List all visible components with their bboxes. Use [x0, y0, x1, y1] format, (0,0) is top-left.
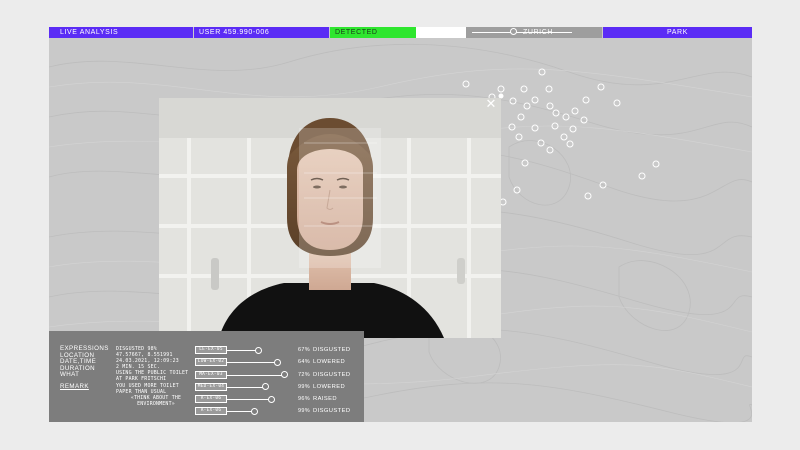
person-portrait-image	[159, 98, 501, 338]
close-icon[interactable]: ✕	[484, 98, 498, 112]
expression-slider-track	[227, 350, 258, 351]
field-labels: EXPRESSIONS LOCATION DATE,TIME DURATION …	[60, 345, 109, 391]
expression-row: LOW-EX-02 64% LOWERED	[195, 357, 364, 369]
field-values: DISGUSTED 98% 47.57667, 8.551991 24.03.2…	[116, 346, 196, 407]
expression-code-tag: MA-EX-03	[195, 370, 227, 379]
top-status-bar: LIVE ANALYSIS USER 459.990-006 DETECTED …	[49, 27, 752, 38]
expression-percent: 64%	[298, 359, 310, 366]
expression-slider-handle[interactable]	[261, 383, 269, 391]
expression-slider-handle[interactable]	[267, 395, 275, 403]
expression-row: MED-EX-04 99% LOWERED	[195, 382, 364, 394]
expression-slider-handle[interactable]	[274, 358, 282, 366]
expression-code-tag: R-EX-06	[195, 407, 227, 416]
location-slider[interactable]: ZURICH	[466, 27, 602, 38]
expression-slider-handle[interactable]	[250, 407, 258, 415]
expression-slider-track	[227, 399, 271, 401]
expression-label: DISGUSTED	[313, 408, 351, 415]
expression-label: LOWERED	[313, 383, 346, 390]
blank-status-segment	[416, 27, 466, 38]
expression-row: R-EX-06 96% RAISED	[195, 394, 364, 406]
expression-list: LE-EX-05 67% DISGUSTED LOW-EX-02 64% LOW…	[195, 345, 364, 419]
expression-code-tag: MED-EX-04	[195, 382, 227, 391]
expression-code-tag: LOW-EX-02	[195, 358, 227, 367]
expression-code-tag: LE-EX-05	[195, 346, 227, 354]
info-line: ENVIRONMENT»	[137, 400, 175, 407]
expression-slider-track	[227, 362, 278, 364]
detected-status-badge: DETECTED	[330, 27, 416, 38]
expression-label: DISGUSTED	[313, 371, 351, 378]
expression-percent: 99%	[298, 408, 310, 415]
expression-percent: 72%	[298, 371, 310, 378]
remark-link[interactable]: REMARK	[60, 383, 109, 391]
expression-slider-track	[227, 374, 285, 376]
expression-label: RAISED	[313, 396, 337, 403]
camera-feed	[159, 98, 501, 338]
expression-row: LE-EX-05 67% DISGUSTED	[195, 345, 364, 357]
live-analysis-tab[interactable]: LIVE ANALYSIS	[49, 27, 193, 38]
expression-percent: 67%	[298, 347, 310, 353]
expression-slider-track	[227, 411, 254, 413]
expression-label: DISGUSTED	[313, 347, 351, 353]
place-tab[interactable]: PARK	[603, 27, 752, 38]
analysis-info-panel: EXPRESSIONS LOCATION DATE,TIME DURATION …	[49, 331, 364, 422]
expression-percent: 99%	[298, 383, 310, 390]
location-slider-track	[472, 32, 572, 33]
expression-slider-track	[227, 386, 265, 388]
expression-row: MA-EX-03 72% DISGUSTED	[195, 370, 364, 382]
expression-label: LOWERED	[313, 359, 346, 366]
expression-row: R-EX-06 99% DISGUSTED	[195, 406, 364, 418]
expression-code-tag: R-EX-06	[195, 395, 227, 404]
expression-slider-handle[interactable]	[281, 371, 289, 379]
expression-slider-handle[interactable]	[255, 346, 262, 354]
location-slider-handle[interactable]	[510, 28, 517, 35]
user-id-tab[interactable]: USER 459.990-006	[194, 27, 329, 38]
what-label: WHAT	[60, 371, 80, 379]
location-label: ZURICH	[523, 29, 554, 36]
expression-percent: 96%	[298, 396, 310, 403]
